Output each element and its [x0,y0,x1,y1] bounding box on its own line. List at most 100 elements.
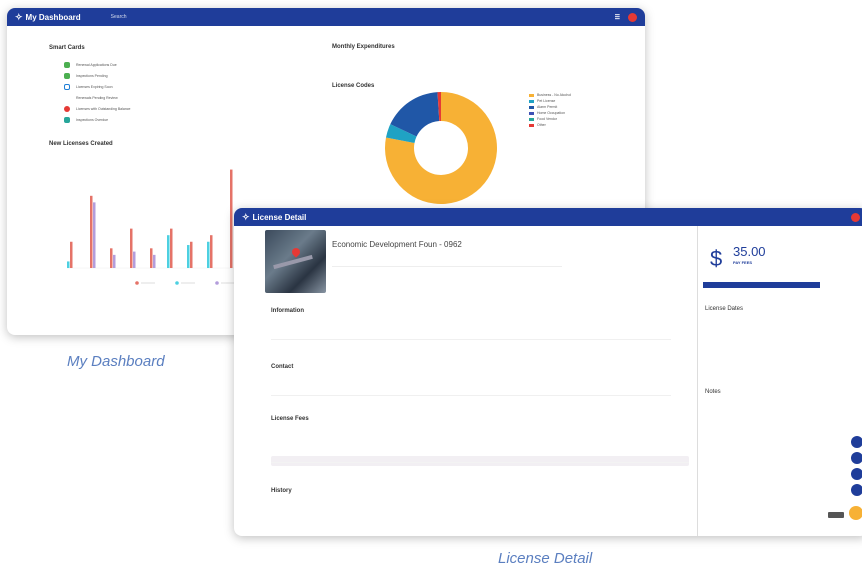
history-table-row[interactable] [271,526,689,532]
legend-label: Other [537,123,546,127]
detail-titlebar: ✧ License Detail [234,208,862,226]
legend-swatch [529,105,534,109]
legend-swatch [215,281,219,285]
license-codes-title: License Codes [332,83,375,89]
dashboard-caption: My Dashboard [67,353,165,370]
legend-label [221,282,235,284]
contact-fields [271,384,671,396]
smart-cards-title: Smart Cards [49,45,85,51]
fab-button[interactable] [851,468,862,480]
tooltip-chip [828,512,844,518]
legend-swatch [175,281,179,285]
card-status-icon [64,83,70,90]
user-avatar[interactable] [628,12,637,22]
bar[interactable] [153,254,156,268]
card-status-icon [64,94,70,101]
legend-label: Food Vendor [537,117,558,121]
history-title: History [271,488,292,494]
bar[interactable] [67,261,70,268]
fab-button[interactable] [851,484,862,496]
smart-card-item[interactable]: Renewal Applications Due [64,59,224,70]
smart-card-item[interactable]: Licenses with Outstanding Balance [64,103,224,114]
smart-card-label: Licenses with Outstanding Balance [76,106,131,111]
pay-fees-button[interactable]: PAY FEES [733,260,752,265]
legend-swatch [529,99,534,103]
fee-amount: 35.00 [733,244,766,259]
legend-swatch [529,117,534,121]
card-status-icon [64,72,70,79]
legend-label [181,282,195,284]
smart-cards-list: Renewal Applications Due Inspections Pen… [64,59,224,125]
fab-button[interactable] [851,436,862,448]
legend-swatch [529,93,534,97]
bar[interactable] [210,235,213,268]
bar[interactable] [90,195,93,268]
new-licenses-title: New Licenses Created [49,141,113,147]
license-fees-title: License Fees [271,416,309,422]
smart-card-label: Licenses Expiring Soon [76,84,113,89]
menu-icon[interactable]: ☰ [615,14,620,21]
information-title: Information [271,308,304,314]
license-dates-fields [705,326,805,366]
monthly-expenditures-title: Monthly Expenditures [332,44,395,50]
license-name: Economic Development Foun - 0962 [332,240,462,249]
dashboard-title: My Dashboard [25,12,81,22]
legend-swatch [529,123,534,127]
map-pin-icon [290,246,302,258]
legend-label: Business - No Alcohol [537,93,572,97]
detail-title: License Detail [252,212,307,222]
smart-card-label: Inspections Overdue [76,117,109,122]
bar[interactable] [170,228,173,268]
smart-card-item[interactable]: Renewals Pending Review [64,92,224,103]
legend-label [141,282,155,284]
bar[interactable] [130,228,133,268]
license-codes-legend: Business - No Alcohol Pet License Alarm Pe… [529,92,571,128]
smart-card-label: Renewals Pending Review [76,95,118,100]
license-detail-window: ✧ License Detail Economic Development Fo… [234,208,862,536]
bar[interactable] [113,254,116,268]
fee-action-bar[interactable] [703,282,820,288]
property-photo [265,230,326,293]
license-codes-chart [385,92,497,204]
legend-item[interactable]: Other [529,122,571,128]
bar[interactable] [190,241,193,268]
bar[interactable] [230,169,233,268]
notes-title: Notes [705,389,721,395]
card-status-icon [64,61,70,68]
app-logo-icon: ✧ [242,211,250,222]
user-avatar[interactable] [851,212,860,222]
bar[interactable] [70,241,73,268]
dashboard-titlebar: ✧ My Dashboard Search ☰ [7,8,645,26]
bar[interactable] [133,251,136,268]
license-meta [332,266,562,276]
legend-swatch [529,111,534,115]
contact-title: Contact [271,364,294,370]
card-status-icon [64,116,70,123]
card-status-icon [64,105,70,112]
smart-card-item[interactable]: Licenses Expiring Soon [64,81,224,92]
fab-primary-button[interactable] [849,506,862,520]
information-fields [271,328,671,340]
dollar-icon: $ [710,246,723,271]
smart-card-item[interactable]: Inspections Overdue [64,114,224,125]
side-panel: $ 35.00 PAY FEES License Dates Notes [697,226,862,536]
license-fees-table-row[interactable] [271,455,689,463]
search-input[interactable]: Search [111,14,231,20]
legend-label: Alarm Permit [537,105,558,109]
legend-swatch [135,281,139,285]
bar[interactable] [187,245,190,268]
legend-label: Home Occupation [537,111,566,115]
app-logo-icon: ✧ [15,11,23,22]
smart-card-item[interactable]: Inspections Pending [64,70,224,81]
legend-label: Pet License [537,99,556,103]
smart-card-label: Inspections Pending [76,73,108,78]
fab-button[interactable] [851,452,862,464]
detail-caption: License Detail [498,550,593,567]
bar[interactable] [167,235,170,268]
bar[interactable] [150,248,153,268]
bar[interactable] [207,241,210,268]
bar[interactable] [110,248,113,268]
license-dates-title: License Dates [705,306,744,312]
bar[interactable] [93,202,96,268]
smart-card-label: Renewal Applications Due [76,62,117,67]
